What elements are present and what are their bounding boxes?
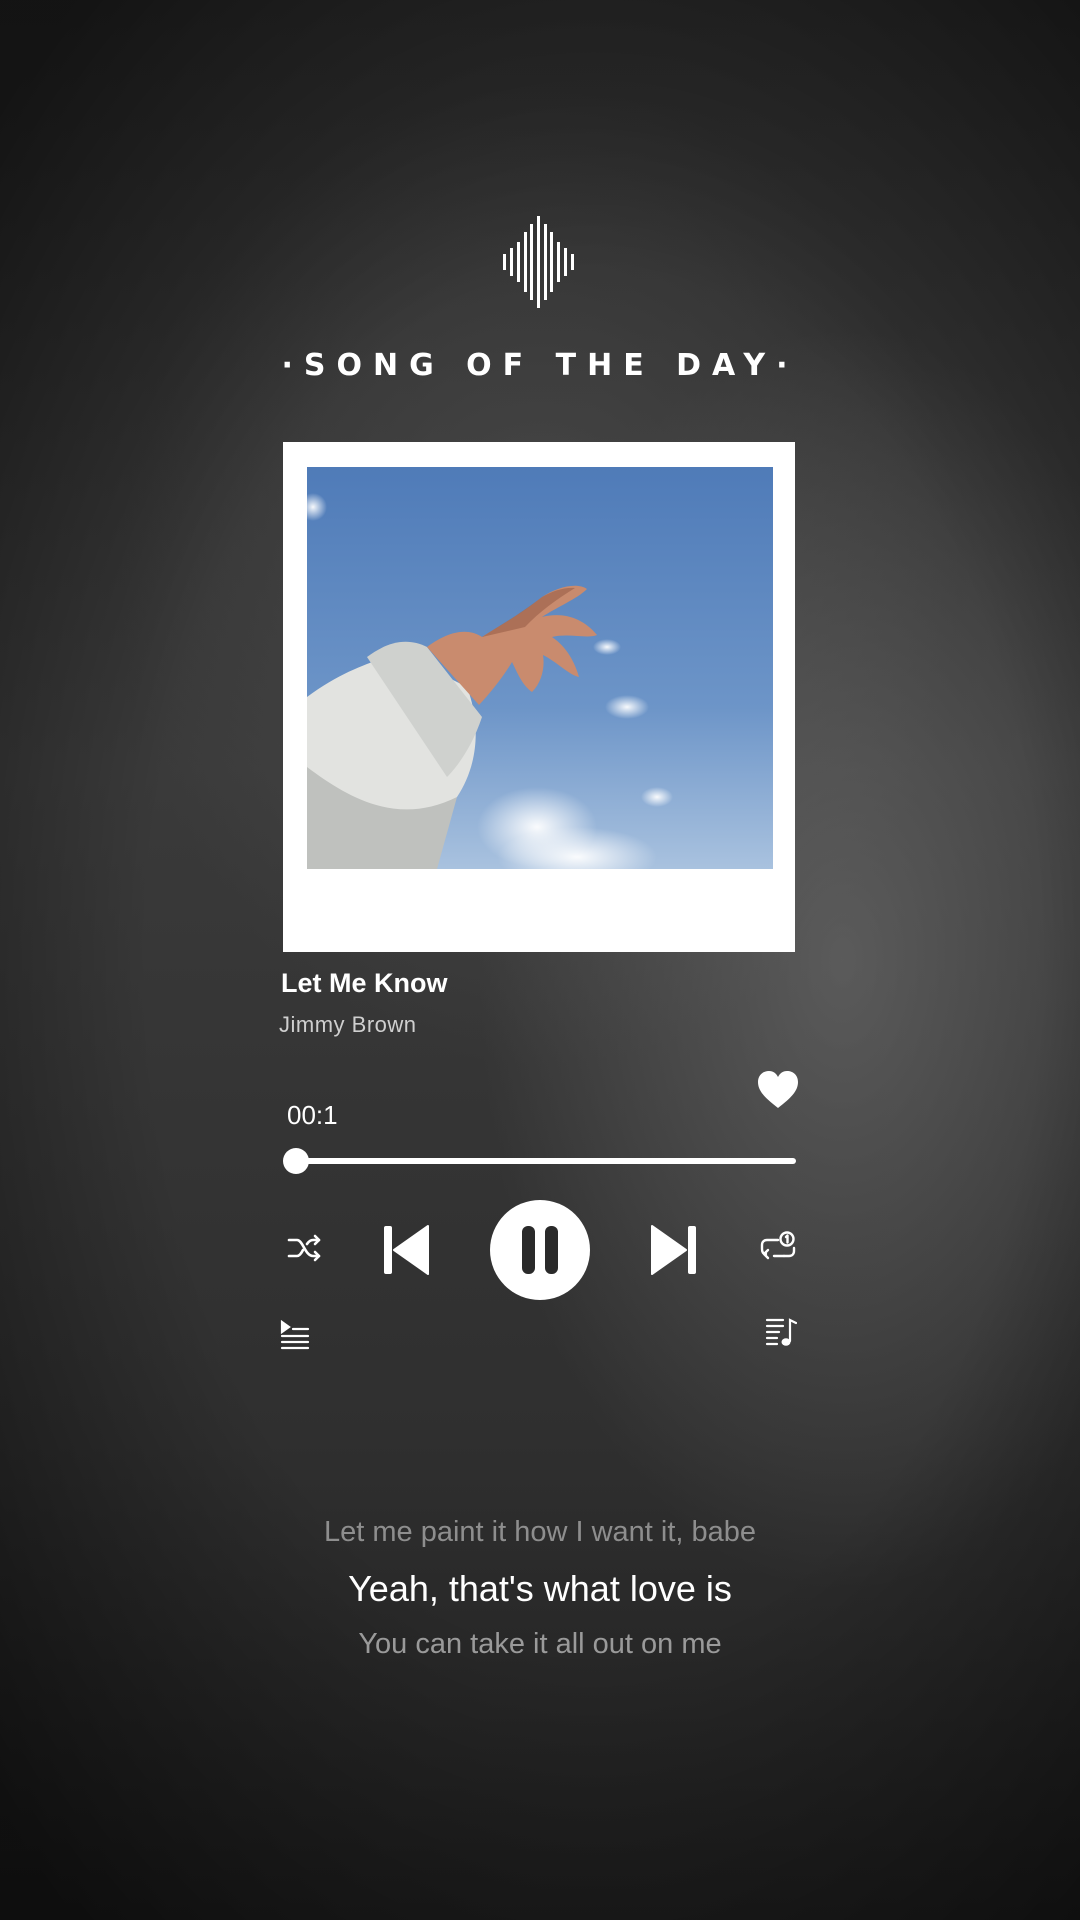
artist-name[interactable]: Jimmy Brown (279, 1012, 417, 1038)
skip-next-icon[interactable] (650, 1224, 698, 1276)
page-title: ·SONG OF THE DAY· (281, 348, 799, 383)
queue-list-icon[interactable] (280, 1320, 310, 1350)
progress-scrubber-handle[interactable] (283, 1148, 309, 1174)
sound-wave-icon (503, 216, 574, 308)
skip-previous-icon[interactable] (382, 1224, 430, 1276)
lyric-line-current: Yeah, that's what love is (348, 1568, 732, 1609)
lyric-line-next: You can take it all out on me (358, 1628, 722, 1660)
pause-icon (522, 1226, 558, 1274)
repeat-one-icon[interactable] (760, 1230, 796, 1264)
album-art-image (307, 467, 773, 869)
playlist-music-icon[interactable] (765, 1316, 797, 1348)
shuffle-icon[interactable] (287, 1232, 323, 1264)
album-cover-frame (283, 442, 795, 952)
lyric-line-previous: Let me paint it how I want it, babe (323, 1516, 757, 1548)
progress-bar[interactable] (296, 1158, 796, 1164)
heart-icon[interactable] (757, 1070, 799, 1110)
pause-button[interactable] (490, 1200, 590, 1300)
song-title: Let Me Know (281, 968, 448, 998)
elapsed-time: 00:1 (287, 1100, 338, 1130)
